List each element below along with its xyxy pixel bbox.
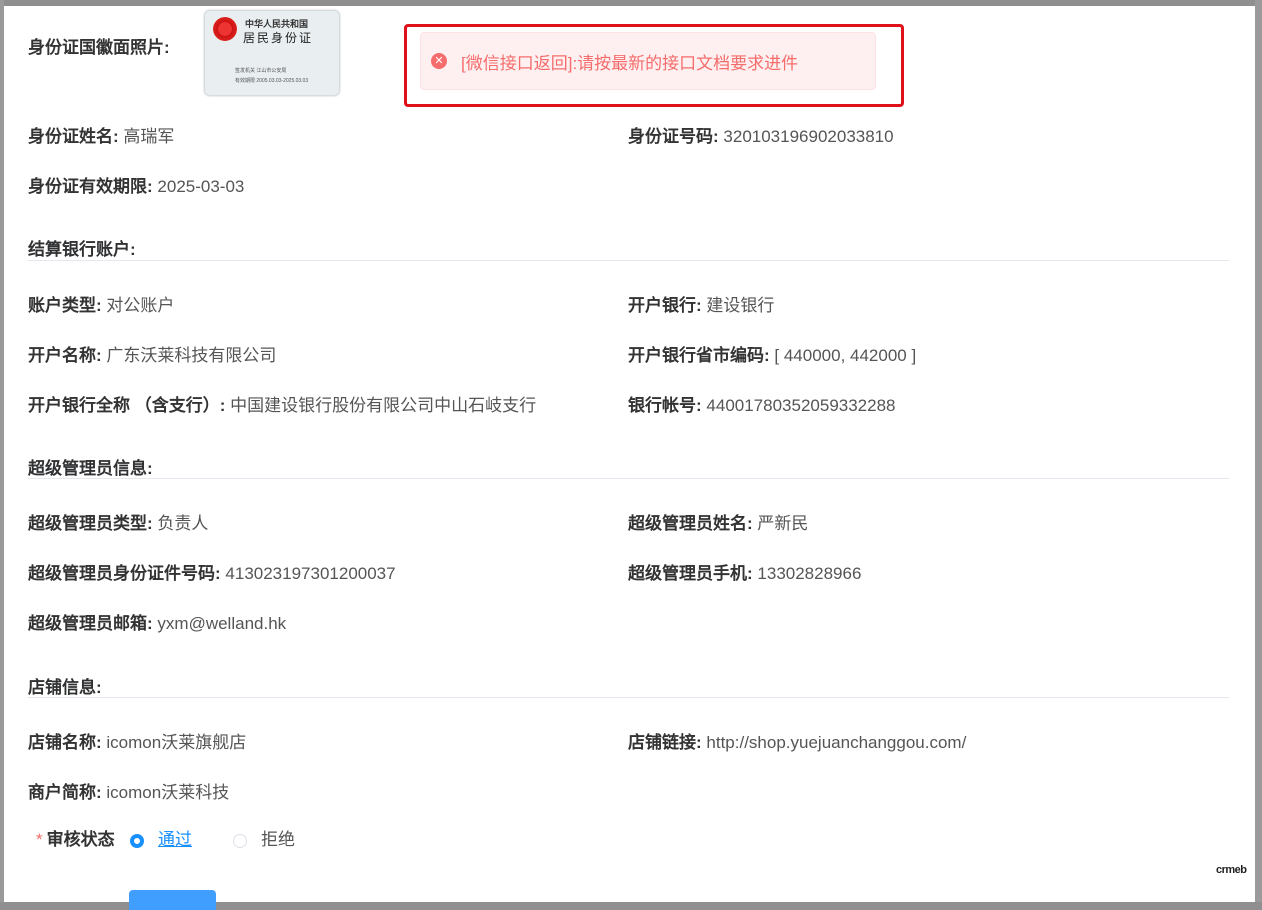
radio-pass-label[interactable]: 通过 (158, 828, 192, 852)
admin-section-divider (28, 478, 1229, 479)
branch-row: 开户银行全称 （含支行）: 中国建设银行股份有限公司中山石岐支行 (28, 394, 536, 418)
id-card-emblem-label: 身份证国徽面照片: (28, 38, 170, 57)
review-status-label-wrap: * 审核状态 (36, 828, 115, 852)
merchant-review-dialog: 身份证国徽面照片: 中华人民共和国 居民身份证 签发机关 江山市公安局 有效期限… (4, 6, 1255, 910)
radio-pass-circle[interactable] (130, 834, 144, 848)
admin-type-label: 超级管理员类型: (28, 514, 153, 533)
store-section-title: 店铺信息: (28, 678, 102, 697)
review-status-label: 审核状态 (46, 830, 115, 849)
admin-phone-label: 超级管理员手机: (628, 564, 753, 583)
account-number-label: 银行帐号: (628, 396, 702, 415)
merchant-short-name-value: icomon沃莱科技 (106, 783, 230, 802)
admin-email-row: 超级管理员邮箱: yxm@welland.hk (28, 612, 286, 636)
store-name-value: icomon沃莱旗舰店 (106, 733, 247, 752)
bank-row: 开户银行: 建设银行 (628, 294, 774, 318)
admin-id-row: 超级管理员身份证件号码: 413023197301200037 (28, 562, 396, 586)
id-expiry-value: 2025-03-03 (157, 177, 245, 196)
region-code-label: 开户银行省市编码: (628, 346, 770, 365)
store-link-row: 店铺链接: http://shop.yuejuanchanggou.com/ (628, 731, 966, 755)
admin-email-label: 超级管理员邮箱: (28, 614, 153, 633)
id-card-issuer-row: 签发机关 江山市公安局 (235, 67, 286, 74)
bank-label: 开户银行: (628, 296, 702, 315)
account-type-row: 账户类型: 对公账户 (28, 294, 174, 318)
store-name-row: 店铺名称: icomon沃莱旗舰店 (28, 731, 246, 755)
radio-reject-label[interactable]: 拒绝 (261, 828, 295, 852)
account-number-value: 44001780352059332288 (706, 396, 896, 415)
id-card-issuer-value: 江山市公安局 (256, 68, 287, 74)
admin-phone-row: 超级管理员手机: 13302828966 (628, 562, 861, 586)
radio-reject-circle[interactable] (233, 834, 247, 848)
id-card-validity-label: 有效期限 (235, 78, 256, 84)
account-number-row: 银行帐号: 44001780352059332288 (628, 394, 896, 418)
id-card-emblem-image[interactable]: 中华人民共和国 居民身份证 签发机关 江山市公安局 有效期限 2005.03.0… (204, 10, 340, 96)
admin-type-row: 超级管理员类型: 负责人 (28, 512, 208, 536)
id-expiry-row: 身份证有效期限: 2025-03-03 (28, 175, 244, 199)
bank-section-title: 结算银行账户: (28, 240, 136, 259)
id-card-title-line2: 居民身份证 (243, 31, 314, 45)
error-circle-icon: ✕ (431, 53, 447, 69)
admin-section-title: 超级管理员信息: (28, 459, 153, 478)
id-name-value: 高瑞军 (123, 127, 175, 146)
brand-logo: crmeb (1216, 864, 1247, 876)
region-code-row: 开户银行省市编码: [ 440000, 442000 ] (628, 344, 916, 368)
submit-button[interactable] (129, 890, 216, 910)
id-number-value: 320103196902033810 (723, 127, 894, 146)
error-toast: ✕ [微信接口返回]:请按最新的接口文档要求进件 (420, 32, 876, 90)
bank-value: 建设银行 (706, 296, 775, 315)
store-link-value: http://shop.yuejuanchanggou.com/ (706, 733, 967, 752)
error-toast-message: [微信接口返回]:请按最新的接口文档要求进件 (461, 54, 799, 73)
id-number-label: 身份证号码: (628, 127, 719, 146)
account-name-value: 广东沃莱科技有限公司 (106, 346, 277, 365)
admin-name-row: 超级管理员姓名: 严新民 (628, 512, 808, 536)
store-section-divider (28, 697, 1229, 698)
merchant-short-name-row: 商户简称: icomon沃莱科技 (28, 781, 229, 805)
id-name-label: 身份证姓名: (28, 127, 119, 146)
region-code-value: [ 440000, 442000 ] (774, 346, 917, 365)
required-asterisk: * (36, 830, 43, 849)
branch-value: 中国建设银行股份有限公司中山石岐支行 (230, 396, 537, 415)
id-card-issuer-label: 签发机关 (235, 68, 256, 74)
id-expiry-label: 身份证有效期限: (28, 177, 153, 196)
store-name-label: 店铺名称: (28, 733, 102, 752)
admin-type-value: 负责人 (157, 514, 209, 533)
account-type-value: 对公账户 (106, 296, 175, 315)
account-name-row: 开户名称: 广东沃莱科技有限公司 (28, 344, 276, 368)
modal-backdrop-right (1255, 0, 1262, 902)
admin-id-value: 413023197301200037 (225, 564, 396, 583)
admin-phone-value: 13302828966 (757, 564, 862, 583)
branch-label: 开户银行全称 （含支行）: (28, 396, 226, 415)
merchant-short-name-label: 商户简称: (28, 783, 102, 802)
account-name-label: 开户名称: (28, 346, 102, 365)
national-emblem-icon (213, 17, 237, 41)
admin-name-value: 严新民 (757, 514, 809, 533)
id-number-row: 身份证号码: 320103196902033810 (628, 125, 894, 149)
store-link-label: 店铺链接: (628, 733, 702, 752)
admin-id-label: 超级管理员身份证件号码: (28, 564, 221, 583)
id-card-validity-value: 2005.03.03-2025.03.03 (256, 78, 309, 84)
admin-name-label: 超级管理员姓名: (628, 514, 753, 533)
bank-section-divider (28, 260, 1229, 261)
id-card-validity-row: 有效期限 2005.03.03-2025.03.03 (235, 77, 308, 84)
id-name-row: 身份证姓名: 高瑞军 (28, 125, 174, 149)
account-type-label: 账户类型: (28, 296, 102, 315)
admin-email-value: yxm@welland.hk (157, 614, 287, 633)
